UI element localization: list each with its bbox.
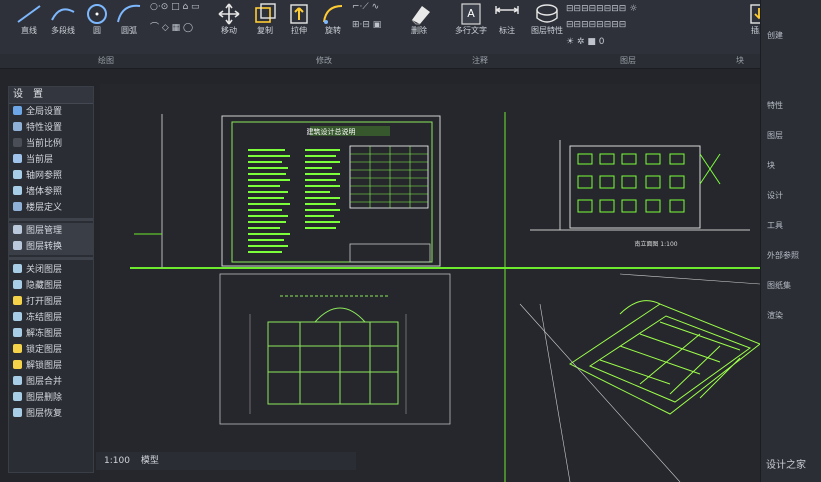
right-palette-strip: 创建 特性 图层 块 设计 工具 外部参照 图纸集 渲染 [760, 0, 821, 482]
right-strip-item[interactable]: 特性 [767, 100, 819, 111]
panel-title: 设 置 [9, 87, 93, 104]
erase-tool-label: 删除 [411, 26, 427, 35]
panel-item[interactable]: 楼层定义 [9, 200, 93, 216]
layer-merge-icon [13, 376, 22, 385]
panel-divider [9, 218, 93, 221]
modify-small-tools[interactable]: ⌐·⟋ ∿ [352, 2, 379, 12]
rotate-icon [323, 5, 343, 24]
panel-item[interactable]: 打开图层 [9, 294, 93, 310]
wall-icon [13, 186, 22, 195]
axis-icon [13, 170, 22, 179]
rotate-tool-label: 旋转 [325, 26, 341, 35]
draw-small-tools[interactable]: ○·⊙ □ ⌂ ▭ [150, 2, 200, 12]
right-strip-item[interactable]: 外部参照 [767, 250, 819, 261]
panel-item[interactable]: 全局设置 [9, 104, 93, 120]
erase-tool-button[interactable]: 删除 [396, 2, 442, 40]
ribbon-group-bar: 绘图 修改 注释 图层 块 [0, 54, 760, 68]
layer-manage-icon [13, 225, 22, 234]
eraser-icon [411, 6, 430, 25]
right-strip-create[interactable]: 创建 [767, 30, 819, 41]
draw-small-tools-2[interactable]: ⌒ ◇ ▦ ◯ [150, 20, 193, 33]
dimension-icon [495, 6, 519, 14]
right-strip-item[interactable]: 图层 [767, 130, 819, 141]
group-label-annotate: 注释 [472, 56, 488, 65]
layer-delete-icon [13, 392, 22, 401]
layer-icon [536, 4, 558, 23]
panel-divider [9, 257, 93, 260]
right-strip-item[interactable]: 块 [767, 160, 819, 171]
ribbon-toolbar: 直线 多段线 圆 圆弧 ○·⊙ □ ⌂ ▭ ⌒ ◇ ▦ ◯ 移动 复制 拉伸 旋… [0, 0, 821, 69]
layer-convert-icon [13, 241, 22, 250]
elevation-caption: 南立面图 1:100 [634, 240, 677, 248]
layer-on-icon [13, 296, 22, 305]
group-label-block: 块 [736, 56, 744, 65]
layer-unlock-icon [13, 360, 22, 369]
rotate-tool-button[interactable]: 旋转 [310, 2, 356, 40]
group-label-modify: 修改 [316, 56, 332, 65]
layer-off-icon [13, 264, 22, 273]
panel-item[interactable]: 关闭图层 [9, 262, 93, 278]
panel-item[interactable]: 轴网参照 [9, 168, 93, 184]
layer-properties-label: 图层特性 [531, 26, 563, 35]
panel-item[interactable]: 图层恢复 [9, 406, 93, 422]
panel-item[interactable]: 锁定图层 [9, 342, 93, 358]
arc-tool-button[interactable]: 圆弧 [106, 2, 152, 40]
modify-small-tools-2[interactable]: ⊞·⊟ ▣ [352, 20, 381, 30]
status-bar: 1:100 模型 [96, 452, 356, 470]
layer-small-tools[interactable]: ⊟⊟⊟⊟⊟⊟⊟⊟ ☼ [566, 4, 637, 14]
panel-item[interactable]: 图层转换 [9, 239, 93, 255]
sheet-title: 建筑设计总说明 [307, 127, 356, 136]
layer-hide-icon [13, 280, 22, 289]
scale-icon [13, 138, 22, 147]
tools-side-panel: 设 置 全局设置 特性设置 当前比例 当前层 轴网参照 墙体参照 楼层定义 图层… [8, 86, 94, 473]
right-strip-item[interactable]: 工具 [767, 220, 819, 231]
settings-icon [13, 106, 22, 115]
text-icon: A [461, 3, 481, 25]
panel-item[interactable]: 图层管理 [9, 223, 93, 239]
panel-item[interactable]: 隐藏图层 [9, 278, 93, 294]
watermark-text: 设计之家 [766, 460, 806, 471]
layer-properties-button[interactable]: 图层特性 [524, 2, 570, 40]
layer-current-icon [13, 154, 22, 163]
group-label-layer: 图层 [620, 56, 636, 65]
panel-item[interactable]: 解冻图层 [9, 326, 93, 342]
drawing-canvas[interactable]: 建筑设计总说明 南立面图 1:100 [100, 84, 760, 482]
panel-item[interactable]: 特性设置 [9, 120, 93, 136]
svg-text:A: A [467, 7, 475, 20]
layer-small-tools-2[interactable]: ⊟⊟⊟⊟⊟⊟⊟⊟ [566, 20, 626, 30]
arc-icon [117, 4, 141, 23]
right-strip-item[interactable]: 渲染 [767, 310, 819, 321]
cad-drawing: 建筑设计总说明 南立面图 1:100 [130, 112, 760, 482]
panel-item[interactable]: 冻结图层 [9, 310, 93, 326]
floor-icon [13, 202, 22, 211]
move-icon [218, 3, 240, 25]
layer-restore-icon [13, 408, 22, 417]
panel-item[interactable]: 当前比例 [9, 136, 93, 152]
panel-item[interactable]: 图层合并 [9, 374, 93, 390]
right-strip-item[interactable]: 图纸集 [767, 280, 819, 291]
properties-icon [13, 122, 22, 131]
layer-state-row[interactable]: ☀ ✲ ■ 0 [566, 37, 604, 47]
status-mode[interactable]: 模型 [141, 456, 159, 466]
panel-item[interactable]: 当前层 [9, 152, 93, 168]
right-strip-item[interactable]: 设计 [767, 190, 819, 201]
panel-item[interactable]: 解锁图层 [9, 358, 93, 374]
layer-freeze-icon [13, 312, 22, 321]
group-label-draw: 绘图 [98, 56, 114, 65]
layer-lock-icon [13, 344, 22, 353]
panel-item[interactable]: 图层删除 [9, 390, 93, 406]
arc-tool-label: 圆弧 [121, 26, 137, 35]
layer-thaw-icon [13, 328, 22, 337]
status-scale[interactable]: 1:100 [104, 456, 130, 466]
panel-item[interactable]: 墙体参照 [9, 184, 93, 200]
